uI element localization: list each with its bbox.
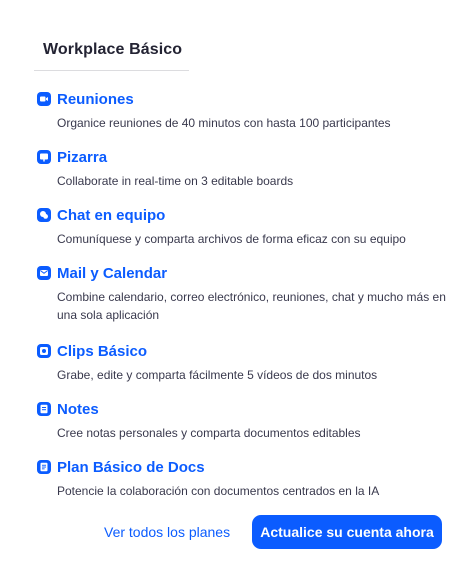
- docs-icon: [37, 460, 51, 474]
- feature-name: Reuniones: [57, 90, 134, 108]
- video-camera-icon: [37, 92, 51, 106]
- feature-name: Notes: [57, 400, 99, 418]
- mail-icon: [37, 266, 51, 280]
- feature-description: Organice reuniones de 40 minutos con has…: [57, 116, 391, 130]
- upgrade-account-button[interactable]: Actualice su cuenta ahora: [252, 515, 442, 549]
- feature-notes: Notes Cree notas personales y comparta d…: [37, 399, 437, 442]
- feature-name: Pizarra: [57, 148, 108, 166]
- feature-description: Combine calendario, correo electrónico, …: [57, 290, 446, 322]
- plan-panel: Workplace Básico Reuniones Organice reun…: [0, 0, 460, 563]
- whiteboard-icon: [37, 150, 51, 164]
- feature-name: Clips Básico: [57, 342, 148, 360]
- plan-title: Workplace Básico: [43, 41, 183, 58]
- chat-bubbles-icon: [37, 208, 51, 222]
- feature-mail-calendar: Mail y Calendar Combine calendario, corr…: [37, 263, 446, 324]
- feature-description: Comuníquese y comparta archivos de forma…: [57, 232, 406, 246]
- clips-icon: [37, 344, 51, 358]
- feature-description: Potencie la colaboración con documentos …: [57, 484, 380, 498]
- feature-team-chat: Chat en equipo Comuníquese y comparta ar…: [37, 205, 437, 248]
- feature-docs: Plan Básico de Docs Potencie la colabora…: [37, 457, 437, 500]
- feature-name: Mail y Calendar: [57, 264, 168, 282]
- feature-description: Grabe, edite y comparta fácilmente 5 víd…: [57, 368, 378, 382]
- title-divider: [34, 70, 189, 71]
- view-all-plans-link[interactable]: Ver todos los planes: [104, 524, 230, 540]
- feature-whiteboard: Pizarra Collaborate in real-time on 3 ed…: [37, 147, 437, 190]
- feature-name: Plan Básico de Docs: [57, 458, 205, 476]
- feature-name: Chat en equipo: [57, 206, 166, 224]
- feature-clips: Clips Básico Grabe, edite y comparta fác…: [37, 341, 437, 384]
- notes-icon: [37, 402, 51, 416]
- feature-description: Cree notas personales y comparta documen…: [57, 426, 361, 440]
- feature-meetings: Reuniones Organice reuniones de 40 minut…: [37, 89, 437, 132]
- feature-description: Collaborate in real-time on 3 editable b…: [57, 174, 294, 188]
